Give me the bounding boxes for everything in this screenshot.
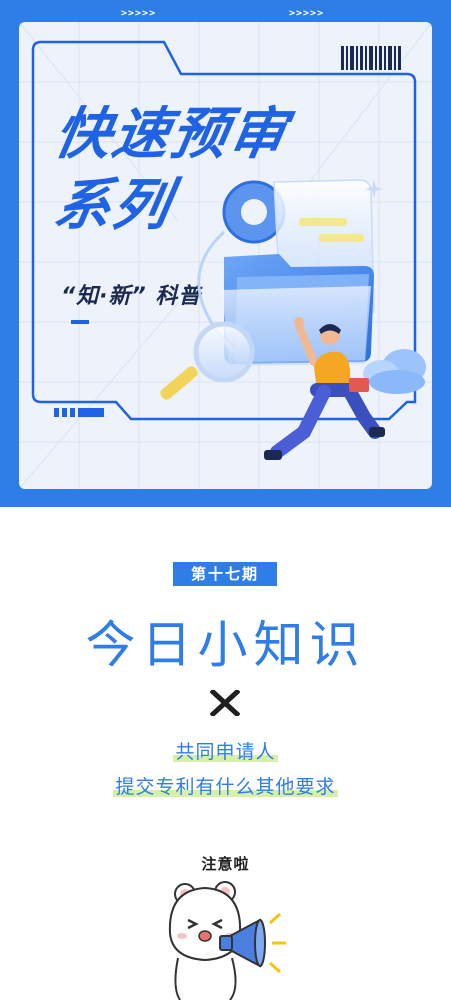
cloud-icon — [363, 349, 426, 394]
headline: 今日小知识 — [85, 616, 366, 674]
x-mark-icon — [210, 690, 240, 716]
subtitle-line-1-text: 共同申请人 — [175, 741, 276, 763]
banner-illustration — [160, 179, 426, 460]
notice-label: 注意啦 — [201, 855, 250, 873]
arrow-decoration-right: >>>>> — [289, 8, 325, 19]
issue-badge: 第十七期 — [173, 562, 277, 586]
magnifier-icon — [160, 321, 255, 400]
banner-panel: 快速预审 系列 “知·新” 科普 — [19, 22, 432, 489]
subtitle-line-1: 共同申请人 — [0, 737, 451, 764]
subtitle-line-2: 提交专利有什么其他要求 — [0, 772, 451, 799]
arrow-decoration-left: >>>>> — [121, 8, 157, 19]
bear-mascot-icon — [168, 881, 286, 1000]
subtitle-line-2-text: 提交专利有什么其他要求 — [115, 776, 336, 798]
hero-banner: >>>>> >>>>> 快速预审 系列 “知·新” 科普 — [0, 0, 451, 507]
